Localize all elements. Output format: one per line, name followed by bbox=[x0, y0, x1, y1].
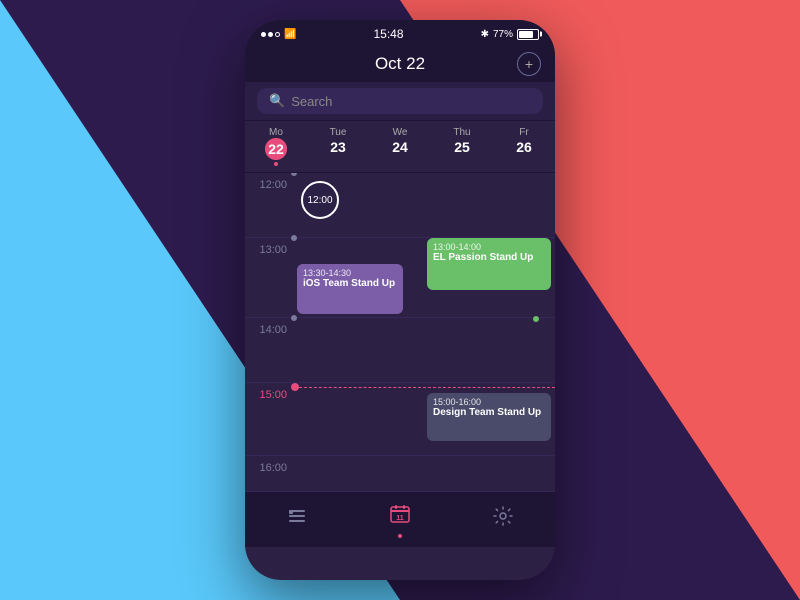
event-title-el: EL Passion Stand Up bbox=[433, 252, 545, 263]
current-time-line bbox=[299, 387, 555, 388]
time-row-1200: 12:00 12:00 bbox=[245, 173, 555, 238]
search-placeholder: Search bbox=[291, 94, 332, 109]
nav-item-settings[interactable] bbox=[492, 505, 514, 535]
event-time-ios: 13:30-14:30 bbox=[303, 268, 397, 278]
bluetooth-icon: ✱ bbox=[481, 29, 489, 40]
dot-marker-1300 bbox=[291, 235, 297, 241]
phone-frame: 📶 15:48 ✱ 77% Oct 22 + 🔍 Search Mo 22 bbox=[245, 20, 555, 580]
status-right: ✱ 77% bbox=[481, 29, 539, 40]
nav-active-dot-calendar bbox=[398, 534, 402, 538]
day-col-we[interactable]: We 24 bbox=[369, 127, 431, 166]
time-row-1400: 14:00 bbox=[245, 318, 555, 383]
time-content-1500: 15:00-16:00 Design Team Stand Up bbox=[295, 383, 555, 455]
status-time: 15:48 bbox=[374, 27, 404, 41]
event-time-design: 15:00-16:00 bbox=[433, 397, 545, 407]
time-row-1300: 13:00 13:30-14:30 iOS Team Stand Up 13:0… bbox=[245, 238, 555, 318]
dot-3 bbox=[275, 32, 280, 37]
time-content-1200: 12:00 bbox=[295, 173, 555, 237]
wifi-icon: 📶 bbox=[284, 29, 296, 40]
clock-circle: 12:00 bbox=[301, 181, 339, 219]
time-row-1600: 16:00 bbox=[245, 456, 555, 491]
day-header-row: Mo 22 Tue 23 We 24 Thu 25 Fr 26 bbox=[245, 121, 555, 173]
time-row-1500: 15:00 15:00-16:00 Design Team Stand Up bbox=[245, 383, 555, 456]
time-label-1400: 14:00 bbox=[245, 318, 295, 336]
list-icon bbox=[286, 505, 308, 533]
current-time-indicator bbox=[295, 383, 555, 391]
status-bar: 📶 15:48 ✱ 77% bbox=[245, 20, 555, 48]
search-bar: 🔍 Search bbox=[245, 82, 555, 121]
svg-text:11: 11 bbox=[396, 515, 404, 522]
dot-2 bbox=[268, 32, 273, 37]
time-content-1600 bbox=[295, 456, 555, 491]
day-col-mo[interactable]: Mo 22 bbox=[245, 127, 307, 166]
bottom-nav: 11 bbox=[245, 491, 555, 547]
event-title-design: Design Team Stand Up bbox=[433, 407, 545, 418]
time-label-1300: 13:00 bbox=[245, 238, 295, 256]
event-el-passion[interactable]: 13:00-14:00 EL Passion Stand Up bbox=[427, 238, 551, 290]
battery-fill bbox=[519, 31, 533, 38]
day-col-thu[interactable]: Thu 25 bbox=[431, 127, 493, 166]
calendar-icon: 11 bbox=[389, 502, 411, 530]
add-event-button[interactable]: + bbox=[517, 52, 541, 76]
dot-marker-1200 bbox=[291, 173, 297, 176]
dot-marker-1400 bbox=[291, 315, 297, 321]
event-ios-standup[interactable]: 13:30-14:30 iOS Team Stand Up bbox=[297, 264, 403, 314]
calendar-body: 12:00 12:00 13:00 13:30-14:30 iOS Team S… bbox=[245, 173, 555, 491]
settings-icon bbox=[492, 505, 514, 533]
battery-percent: 77% bbox=[493, 29, 513, 40]
dot-1 bbox=[261, 32, 266, 37]
status-left: 📶 bbox=[261, 29, 296, 40]
active-day-dot bbox=[274, 162, 278, 166]
battery-icon bbox=[517, 29, 539, 40]
search-input-wrapper[interactable]: 🔍 Search bbox=[257, 88, 543, 114]
event-title-ios: iOS Team Stand Up bbox=[303, 278, 397, 289]
header-title: Oct 22 bbox=[375, 54, 425, 74]
event-design-standup[interactable]: 15:00-16:00 Design Team Stand Up bbox=[427, 393, 551, 441]
current-time-dot bbox=[291, 383, 299, 391]
signal-dots bbox=[261, 32, 280, 37]
day-col-fr[interactable]: Fr 26 bbox=[493, 127, 555, 166]
search-icon: 🔍 bbox=[269, 93, 285, 109]
time-content-1400 bbox=[295, 318, 555, 382]
day-col-tue[interactable]: Tue 23 bbox=[307, 127, 369, 166]
event-time-el: 13:00-14:00 bbox=[433, 242, 545, 252]
calendar-header: Oct 22 + bbox=[245, 48, 555, 82]
nav-item-calendar[interactable]: 11 bbox=[389, 502, 411, 538]
nav-item-list[interactable] bbox=[286, 505, 308, 535]
time-label-1200: 12:00 bbox=[245, 173, 295, 191]
time-label-1600: 16:00 bbox=[245, 456, 295, 474]
time-label-1500: 15:00 bbox=[245, 383, 295, 401]
time-content-1300: 13:30-14:30 iOS Team Stand Up 13:00-14:0… bbox=[295, 238, 555, 302]
